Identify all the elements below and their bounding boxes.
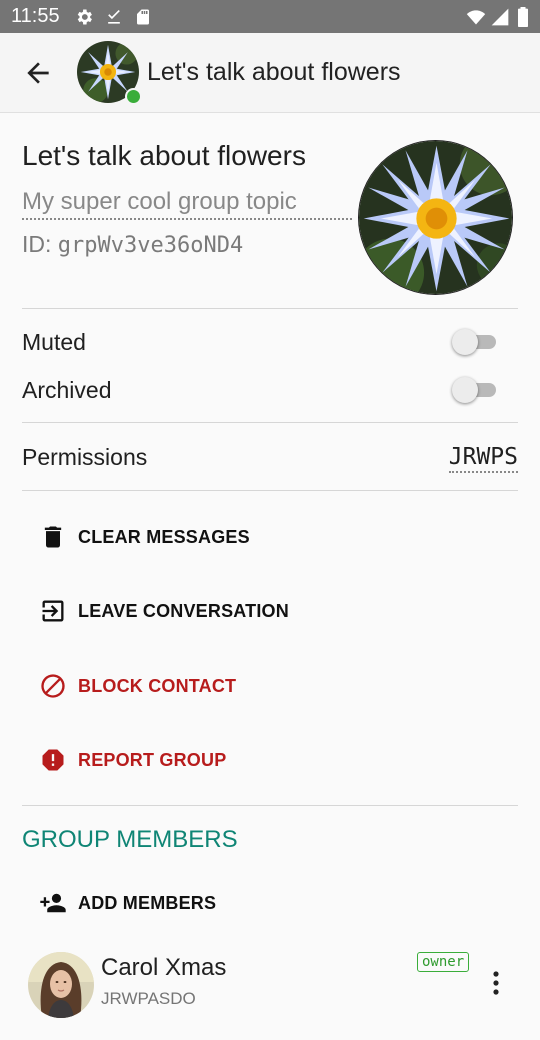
- online-indicator: [125, 88, 142, 105]
- add-members-label: ADD MEMBERS: [78, 892, 217, 913]
- status-time: 11:55: [11, 5, 60, 27]
- group-id: ID: grpWv3ve36oND4: [22, 231, 243, 258]
- sd-card-icon: [137, 9, 149, 25]
- group-name: Let's talk about flowers: [22, 140, 306, 171]
- divider: [22, 308, 518, 309]
- archived-switch[interactable]: [452, 377, 498, 403]
- clear-messages-label: CLEAR MESSAGES: [78, 526, 250, 547]
- group-avatar-small[interactable]: [77, 41, 142, 105]
- app-bar: Let's talk about flowers: [0, 33, 540, 113]
- add-members-button[interactable]: ADD MEMBERS: [38, 883, 216, 923]
- download-done-icon: [108, 10, 120, 24]
- trash-icon: [38, 522, 68, 552]
- status-bar: 11:55: [0, 0, 540, 33]
- muted-switch[interactable]: [452, 329, 498, 355]
- group-avatar-large[interactable]: [358, 140, 513, 295]
- block-icon: [38, 671, 68, 701]
- leave-conversation-button[interactable]: LEAVE CONVERSATION: [38, 591, 289, 631]
- flower-image: [359, 141, 512, 294]
- member-name: Carol Xmas: [101, 954, 227, 981]
- owner-badge: owner: [417, 952, 470, 972]
- add-person-icon: [38, 888, 68, 918]
- app-bar-title: Let's talk about flowers: [147, 58, 401, 86]
- group-members-title: GROUP MEMBERS: [22, 826, 238, 853]
- report-group-label: REPORT GROUP: [78, 749, 227, 770]
- gear-icon: [77, 9, 92, 25]
- battery-icon: [518, 7, 528, 27]
- group-id-label: ID:: [22, 231, 52, 257]
- member-avatar: [28, 952, 94, 1018]
- group-id-value: grpWv3ve36oND4: [57, 233, 244, 258]
- signal-icon: [491, 8, 509, 26]
- divider: [22, 422, 518, 423]
- block-contact-label: BLOCK CONTACT: [78, 675, 237, 696]
- leave-conversation-label: LEAVE CONVERSATION: [78, 600, 289, 621]
- member-permissions: JRWPASDO: [101, 989, 196, 1008]
- divider: [22, 805, 518, 806]
- exit-icon: [38, 596, 68, 626]
- report-group-button[interactable]: REPORT GROUP: [38, 740, 226, 780]
- report-icon: [38, 745, 68, 775]
- more-vert-icon[interactable]: [484, 968, 508, 998]
- arrow-back-icon[interactable]: [22, 57, 54, 89]
- member-row[interactable]: Carol Xmas JRWPASDO owner: [0, 948, 540, 1026]
- block-contact-button[interactable]: BLOCK CONTACT: [38, 666, 236, 706]
- permissions-label: Permissions: [22, 444, 148, 470]
- wifi-icon: [466, 10, 486, 25]
- clear-messages-button[interactable]: CLEAR MESSAGES: [38, 517, 250, 557]
- permissions-value[interactable]: JRWPS: [448, 444, 518, 473]
- archived-label: Archived: [22, 377, 112, 403]
- divider: [22, 490, 518, 491]
- muted-label: Muted: [22, 329, 86, 355]
- group-topic[interactable]: My super cool group topic: [22, 188, 352, 220]
